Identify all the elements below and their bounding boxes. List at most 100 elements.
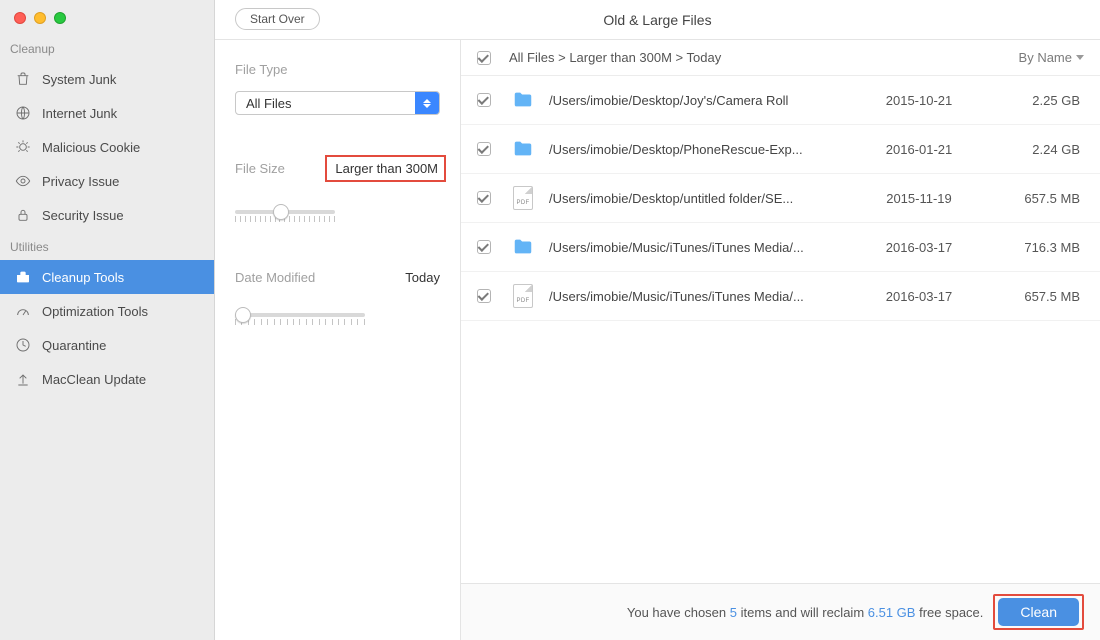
footer-space: 6.51 GB (868, 605, 916, 620)
gauge-icon (14, 302, 32, 320)
file-date: 2015-11-19 (854, 191, 984, 206)
globe-icon (14, 104, 32, 122)
file-size: 716.3 MB (984, 240, 1084, 255)
chevron-down-icon (1076, 55, 1084, 60)
file-path: /Users/imobie/Music/iTunes/iTunes Media/… (549, 289, 854, 304)
folder-icon (509, 235, 537, 259)
sidebar-item-label: Optimization Tools (42, 304, 148, 319)
table-row[interactable]: /Users/imobie/Desktop/Joy's/Camera Roll2… (461, 76, 1100, 125)
footer-summary: You have chosen 5 items and will reclaim… (627, 605, 984, 620)
footer-pre: You have chosen (627, 605, 730, 620)
sidebar-item-internet-junk[interactable]: Internet Junk (0, 96, 214, 130)
trash-icon (14, 70, 32, 88)
list-header: All Files > Larger than 300M > Today By … (461, 40, 1100, 76)
chevron-updown-icon (415, 92, 439, 114)
file-rows: /Users/imobie/Desktop/Joy's/Camera Roll2… (461, 76, 1100, 583)
sidebar-item-label: Privacy Issue (42, 174, 119, 189)
table-row[interactable]: /Users/imobie/Desktop/untitled folder/SE… (461, 174, 1100, 223)
sidebar-item-optimization-tools[interactable]: Optimization Tools (0, 294, 214, 328)
content-area: File Type All Files File Size Larger tha… (215, 40, 1100, 640)
quarantine-icon (14, 336, 32, 354)
eye-icon (14, 172, 32, 190)
sidebar: Cleanup System Junk Internet Junk Malici… (0, 0, 215, 640)
date-modified-value: Today (405, 270, 440, 285)
table-row[interactable]: /Users/imobie/Music/iTunes/iTunes Media/… (461, 272, 1100, 321)
fullscreen-icon[interactable] (54, 12, 66, 24)
page-title: Old & Large Files (603, 12, 711, 28)
pdf-icon (509, 186, 537, 210)
file-type-value: All Files (246, 96, 292, 111)
clean-button-highlight: Clean (993, 594, 1084, 630)
file-date: 2016-01-21 (854, 142, 984, 157)
footer-mid: items and will reclaim (737, 605, 868, 620)
sort-by-dropdown[interactable]: By Name (1019, 50, 1084, 65)
sidebar-item-label: MacClean Update (42, 372, 146, 387)
sidebar-item-quarantine[interactable]: Quarantine (0, 328, 214, 362)
sidebar-item-system-junk[interactable]: System Junk (0, 62, 214, 96)
folder-icon (509, 137, 537, 161)
sidebar-item-label: Malicious Cookie (42, 140, 140, 155)
sidebar-section-utilities: Utilities (0, 232, 214, 260)
footer-bar: You have chosen 5 items and will reclaim… (461, 583, 1100, 640)
file-size: 657.5 MB (984, 191, 1084, 206)
sidebar-item-security-issue[interactable]: Security Issue (0, 198, 214, 232)
file-date: 2016-03-17 (854, 240, 984, 255)
start-over-button[interactable]: Start Over (235, 8, 320, 30)
footer-post: free space. (915, 605, 983, 620)
sidebar-section-cleanup: Cleanup (0, 34, 214, 62)
sidebar-item-label: Security Issue (42, 208, 124, 223)
row-checkbox[interactable] (477, 240, 491, 254)
clean-button[interactable]: Clean (998, 598, 1079, 626)
sidebar-item-malicious-cookie[interactable]: Malicious Cookie (0, 130, 214, 164)
close-icon[interactable] (14, 12, 26, 24)
file-size-value: Larger than 300M (325, 155, 446, 182)
sidebar-item-label: Cleanup Tools (42, 270, 124, 285)
file-size: 2.24 GB (984, 142, 1084, 157)
row-checkbox[interactable] (477, 142, 491, 156)
file-size-slider[interactable] (235, 202, 335, 230)
file-date: 2015-10-21 (854, 93, 984, 108)
sidebar-item-label: Internet Junk (42, 106, 117, 121)
upload-icon (14, 370, 32, 388)
folder-icon (509, 88, 537, 112)
sidebar-item-update[interactable]: MacClean Update (0, 362, 214, 396)
row-checkbox[interactable] (477, 191, 491, 205)
file-size-label: File Size (235, 161, 285, 176)
file-list-panel: All Files > Larger than 300M > Today By … (461, 40, 1100, 640)
file-path: /Users/imobie/Music/iTunes/iTunes Media/… (549, 240, 854, 255)
slider-thumb-icon[interactable] (273, 204, 289, 220)
table-row[interactable]: /Users/imobie/Music/iTunes/iTunes Media/… (461, 223, 1100, 272)
date-modified-slider[interactable] (235, 305, 365, 333)
footer-count: 5 (730, 605, 737, 620)
row-checkbox[interactable] (477, 289, 491, 303)
app-window: Cleanup System Junk Internet Junk Malici… (0, 0, 1100, 640)
table-row[interactable]: /Users/imobie/Desktop/PhoneRescue-Exp...… (461, 125, 1100, 174)
row-checkbox[interactable] (477, 93, 491, 107)
slider-thumb-icon[interactable] (235, 307, 251, 323)
main-panel: Start Over Old & Large Files File Type A… (215, 0, 1100, 640)
bug-icon (14, 138, 32, 156)
breadcrumb: All Files > Larger than 300M > Today (509, 50, 721, 65)
titlebar: Start Over Old & Large Files (215, 0, 1100, 40)
sidebar-item-label: System Junk (42, 72, 116, 87)
traffic-lights (0, 0, 214, 34)
file-date: 2016-03-17 (854, 289, 984, 304)
lock-icon (14, 206, 32, 224)
sidebar-item-label: Quarantine (42, 338, 106, 353)
select-all-checkbox[interactable] (477, 51, 491, 65)
file-size: 657.5 MB (984, 289, 1084, 304)
file-type-label: File Type (235, 62, 440, 77)
file-path: /Users/imobie/Desktop/PhoneRescue-Exp... (549, 142, 854, 157)
date-modified-label: Date Modified (235, 270, 315, 285)
sidebar-item-privacy-issue[interactable]: Privacy Issue (0, 164, 214, 198)
file-path: /Users/imobie/Desktop/untitled folder/SE… (549, 191, 854, 206)
sort-by-label: By Name (1019, 50, 1072, 65)
filter-panel: File Type All Files File Size Larger tha… (215, 40, 461, 640)
sidebar-item-cleanup-tools[interactable]: Cleanup Tools (0, 260, 214, 294)
toolbox-icon (14, 268, 32, 286)
file-size: 2.25 GB (984, 93, 1084, 108)
file-type-select[interactable]: All Files (235, 91, 440, 115)
file-path: /Users/imobie/Desktop/Joy's/Camera Roll (549, 93, 854, 108)
pdf-icon (509, 284, 537, 308)
minimize-icon[interactable] (34, 12, 46, 24)
